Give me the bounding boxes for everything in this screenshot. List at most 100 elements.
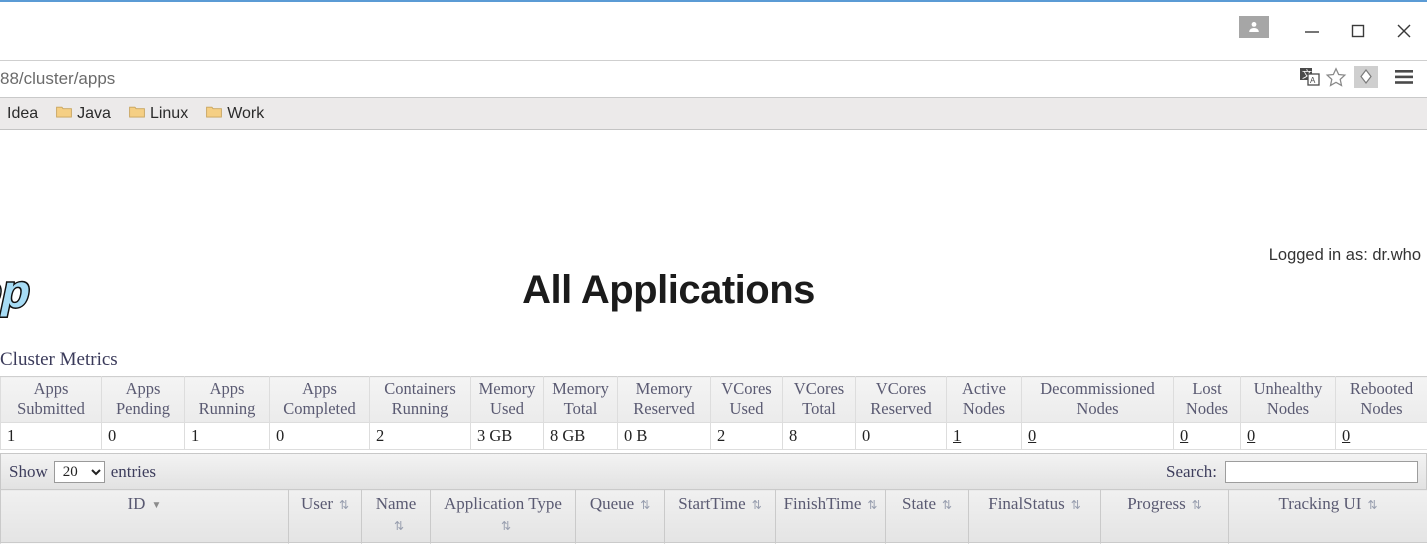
metric-header-apps-completed[interactable]: Apps Completed [269,376,370,423]
metric-header-rebooted-nodes[interactable]: Rebooted Nodes [1335,376,1427,423]
column-label: FinalStatus [988,494,1065,513]
metric-value-apps-running: 1 [184,422,270,450]
cluster-metrics-value-row: 1 0 1 0 2 3 GB 8 GB 0 B 2 8 0 1 0 0 0 0 [0,422,1427,450]
rebooted-nodes-link[interactable]: 0 [1342,426,1350,445]
tab-strip [0,0,1427,16]
column-header-application-type[interactable]: Application Type ⇅ [430,489,576,543]
column-header-state[interactable]: State ⇅ [885,489,969,543]
maximize-icon[interactable] [1335,16,1381,46]
column-label: ID [127,494,146,513]
column-header-finalstatus[interactable]: FinalStatus ⇅ [968,489,1101,543]
cluster-metrics-header-row: Apps Submitted Apps Pending Apps Running… [0,376,1427,423]
column-header-finishtime[interactable]: FinishTime ⇅ [775,489,886,543]
column-header-progress[interactable]: Progress ⇅ [1100,489,1229,543]
metric-header-line2: Used [729,399,764,418]
column-header-name[interactable]: Name ⇅ [361,489,431,543]
sort-both-icon: ⇅ [394,518,405,533]
metric-header-active-nodes[interactable]: Active Nodes [946,376,1022,423]
search-input[interactable] [1225,460,1418,483]
metric-header-line1: Apps [125,379,161,398]
metric-value-vcores-total: 8 [782,422,856,450]
metric-header-apps-pending[interactable]: Apps Pending [101,376,185,423]
metric-header-containers-running[interactable]: Containers Running [369,376,471,423]
close-icon[interactable] [1381,16,1427,46]
metric-header-line2: Nodes [962,399,1006,418]
show-label: Show [9,461,48,481]
sort-desc-icon: ▼ [151,499,162,511]
address-bar[interactable]: 88/cluster/apps [0,60,1299,98]
metric-header-line1: Rebooted [1349,379,1414,398]
unhealthy-nodes-link[interactable]: 0 [1247,426,1255,445]
column-label: Tracking UI [1278,494,1362,513]
metric-header-apps-submitted[interactable]: Apps Submitted [0,376,102,423]
metric-header-unhealthy-nodes[interactable]: Unhealthy Nodes [1240,376,1336,423]
metric-header-line1: VCores [721,379,772,398]
metric-header-vcores-total[interactable]: VCores Total [782,376,856,423]
metric-header-memory-reserved[interactable]: Memory Reserved [617,376,711,423]
sort-both-icon: ⇅ [1191,497,1202,512]
metric-header-line2: Running [391,399,449,418]
svg-text:A: A [1310,76,1316,85]
omnibox-icons: 文 A [1299,66,1353,93]
datatable-controls: Show 20 40 60 80 100 entries Search: [0,453,1427,489]
metric-header-line1: Unhealthy [1253,379,1323,398]
bookmark-item-java[interactable]: Java [49,103,118,125]
active-nodes-link[interactable]: 1 [953,426,961,445]
column-header-user[interactable]: User ⇅ [288,489,362,543]
folder-icon [129,105,145,123]
column-header-id[interactable]: ID ▼ [0,489,289,543]
sort-both-icon: ⇅ [1367,497,1378,512]
sort-both-icon: ⇅ [867,497,878,512]
metric-header-line1: VCores [875,379,927,398]
column-header-queue[interactable]: Queue ⇅ [575,489,665,543]
metric-header-line2: Used [490,399,524,418]
entries-length-control: Show 20 40 60 80 100 entries [9,460,156,483]
metric-header-line2: Submitted [17,399,85,418]
metric-header-apps-running[interactable]: Apps Running [184,376,270,423]
metric-header-decommissioned-nodes[interactable]: Decommissioned Nodes [1021,376,1174,423]
metric-header-line2: Running [198,399,256,418]
bookmark-label: Java [77,104,111,122]
extension-icon[interactable] [1353,65,1379,94]
entries-length-select[interactable]: 20 40 60 80 100 [53,460,105,483]
metric-value-apps-pending: 0 [101,422,185,450]
decommissioned-nodes-link[interactable]: 0 [1028,426,1036,445]
hamburger-menu-icon[interactable] [1393,67,1415,92]
metric-header-line1: Containers [384,379,456,398]
lost-nodes-link[interactable]: 0 [1180,426,1188,445]
bookmark-item-linux[interactable]: Linux [122,103,195,125]
metric-value-vcores-reserved: 0 [855,422,947,450]
minimize-icon[interactable] [1289,16,1335,46]
page-title: All Applications [522,268,815,312]
star-icon[interactable] [1325,66,1347,93]
folder-icon [206,105,223,123]
column-header-tracking-ui[interactable]: Tracking UI ⇅ [1228,489,1427,543]
metric-header-lost-nodes[interactable]: Lost Nodes [1173,376,1241,423]
translate-icon[interactable]: 文 A [1299,67,1321,92]
bookmark-item-idea[interactable]: Idea [0,103,45,125]
metric-header-line2: Reserved [870,399,932,418]
bookmark-label: Idea [7,104,39,122]
metric-value-lost-nodes: 0 [1173,422,1241,450]
bookmark-item-work[interactable]: Work [199,103,271,125]
url-text: 88/cluster/apps [0,69,116,88]
column-header-starttime[interactable]: StartTime ⇅ [664,489,776,543]
metric-value-active-nodes: 1 [946,422,1022,450]
metric-header-memory-used[interactable]: Memory Used [470,376,544,423]
metric-header-memory-total[interactable]: Memory Total [543,376,618,423]
metric-header-vcores-reserved[interactable]: VCores Reserved [855,376,947,423]
person-badge-icon[interactable] [1239,16,1269,38]
column-label: Progress [1127,494,1186,513]
metric-value-memory-reserved: 0 B [617,422,711,450]
chrome-toolbar-icons [1353,65,1427,94]
metric-header-vcores-used[interactable]: VCores Used [710,376,783,423]
metric-header-line1: Memory [552,379,609,398]
metric-header-line1: Lost [1192,379,1222,398]
metric-header-line1: Decommissioned [1040,379,1155,398]
column-label: Name [375,494,417,513]
sort-both-icon: ⇅ [1070,497,1081,512]
metric-value-vcores-used: 2 [710,422,783,450]
metric-header-line2: Reserved [633,399,695,418]
cluster-metrics-table: Apps Submitted Apps Pending Apps Running… [0,376,1427,450]
window-controls-bar [0,16,1427,60]
